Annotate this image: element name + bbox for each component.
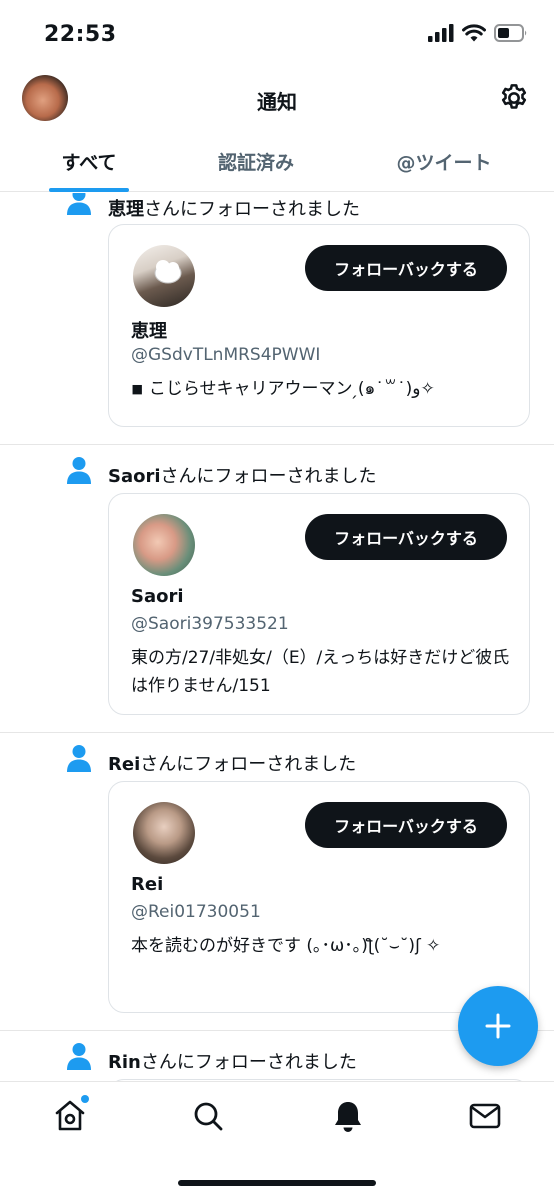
follower-name[interactable]: Saori [108,466,161,487]
gear-icon[interactable] [498,82,530,114]
nav-notifications[interactable] [330,1098,366,1134]
status-time: 22:53 [44,22,117,47]
notification-text: Rinさんにフォローされました [108,1048,357,1074]
cloud-sticker-icon [154,260,182,284]
bell-icon [335,1102,361,1132]
person-icon [67,193,91,215]
notification-suffix: さんにフォローされました [160,466,377,487]
user-card[interactable]: フォローバックする Saori @Saori397533521 東の方/27/非… [108,493,530,715]
tab-verified-label: 認証済み [217,151,294,174]
user-handle: @GSdvTLnMRS4PWWI [131,345,321,365]
notification-suffix: さんにフォローされました [140,754,357,775]
notification-text: 恵理さんにフォローされました [108,195,360,221]
user-display-name: Saori [131,586,184,607]
notification-text: Saoriさんにフォローされました [108,462,377,488]
notification-text: Reiさんにフォローされました [108,750,356,776]
follow-back-button[interactable]: フォローバックする [305,802,507,848]
nav-home[interactable] [52,1095,89,1134]
notification-item[interactable]: 恵理さんにフォローされました フォローバックする 恵理 @GSdvTLnMRS4… [0,193,554,445]
home-icon [55,1100,85,1131]
tab-bar: すべて 認証済み @ツイート [0,130,554,192]
user-bio: 東の方/27/非処女/（E）/えっちは好きだけど彼氏は作りません/151 [131,648,510,696]
follow-back-button[interactable]: フォローバックする [305,245,507,291]
user-avatar[interactable] [133,802,195,864]
home-indicator [178,1180,376,1186]
follower-name[interactable]: 恵理 [108,199,144,220]
plus-icon [485,1013,511,1039]
tab-mentions-label: @ツイート [396,151,492,174]
status-bar: 22:53 [0,0,554,70]
tab-all[interactable]: すべて [0,130,178,192]
person-icon [67,457,91,484]
page-title: 通知 [257,90,297,114]
user-avatar[interactable] [133,514,195,576]
user-display-name: Rei [131,874,164,895]
nav-search[interactable] [190,1098,226,1134]
follower-name[interactable]: Rei [108,754,140,775]
user-avatar[interactable] [133,245,195,307]
search-icon [194,1102,223,1131]
signal-icon [428,24,454,42]
user-bio: 本を読むのが好きです (｡･ω･｡)ƪ(˘⌣˘)ʃ ✧ [131,936,441,956]
user-card[interactable]: フォローバックする Rei @Rei01730051 本を読むのが好きです (｡… [108,781,530,1013]
notification-suffix: さんにフォローされました [140,1052,357,1073]
user-display-name: 恵理 [131,321,167,342]
nav-messages[interactable] [467,1098,503,1134]
user-card[interactable]: フォローバックする 恵理 @GSdvTLnMRS4PWWI ◾ こじらせキャリア… [108,224,530,427]
person-icon [67,1043,91,1070]
notification-item[interactable]: Reiさんにフォローされました フォローバックする Rei @Rei017300… [0,733,554,1031]
user-bio: ◾ こじらせキャリアウーマン ̗(⁠๑˙꒳˙)و✧ [131,379,435,399]
follow-back-button[interactable]: フォローバックする [305,514,507,560]
follower-name[interactable]: Rin [108,1052,141,1073]
mail-icon [469,1103,501,1129]
tab-verified[interactable]: 認証済み [178,130,334,192]
tab-mentions[interactable]: @ツイート [334,130,554,192]
tab-all-label: すべて [61,151,117,174]
status-icons [428,24,528,42]
notification-feed[interactable]: 恵理さんにフォローされました フォローバックする 恵理 @GSdvTLnMRS4… [0,193,554,1081]
header: 通知 [0,70,554,130]
battery-icon [494,24,527,42]
unread-dot [81,1095,89,1103]
tab-underline [49,188,129,192]
wifi-icon [462,24,486,42]
notification-suffix: さんにフォローされました [144,199,360,220]
notification-item[interactable]: Saoriさんにフォローされました フォローバックする Saori @Saori… [0,445,554,733]
user-handle: @Rei01730051 [131,902,261,922]
user-handle: @Saori397533521 [131,614,289,634]
person-icon [67,745,91,772]
compose-button[interactable] [458,986,538,1066]
